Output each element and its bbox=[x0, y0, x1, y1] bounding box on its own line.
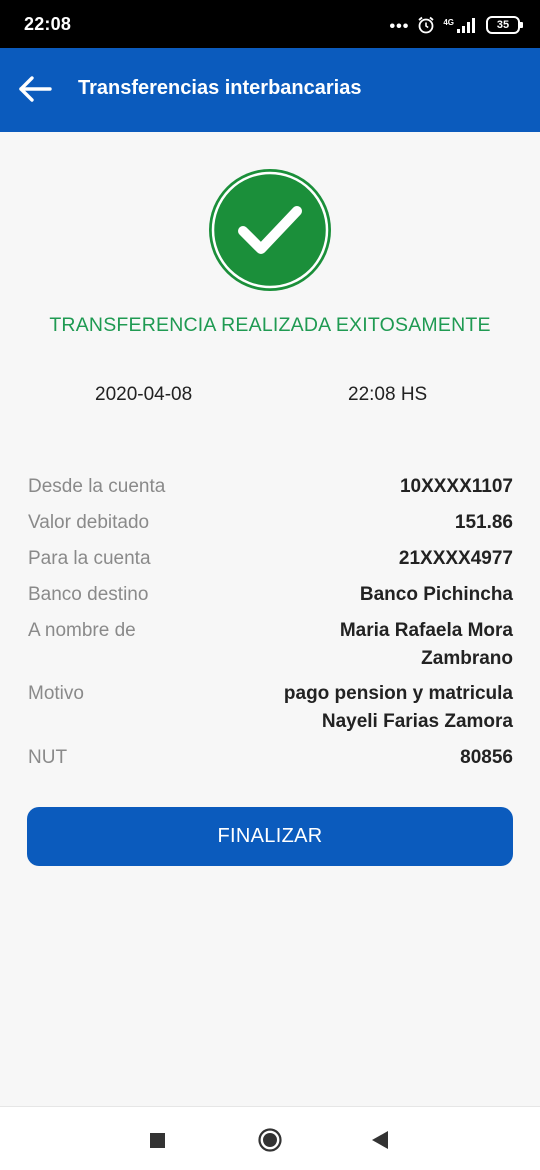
amount-label: Valor debitado bbox=[28, 512, 150, 533]
beneficiary-label: A nombre de bbox=[28, 620, 136, 641]
to-account-value: 21XXXX4977 bbox=[398, 548, 513, 569]
status-time: 22:08 bbox=[24, 14, 72, 34]
from-account-label: Desde la cuenta bbox=[28, 476, 166, 497]
circle-home-icon[interactable] bbox=[258, 1128, 282, 1152]
triangle-back-icon[interactable] bbox=[371, 1130, 389, 1150]
from-account-value: 10XXXX1107 bbox=[399, 476, 513, 497]
reason-label: Motivo bbox=[28, 683, 84, 704]
signal-icon bbox=[457, 18, 475, 33]
bank-value: Banco Pichincha bbox=[359, 584, 513, 605]
status-icons: ••• 4G 35 bbox=[389, 14, 523, 36]
finalize-button[interactable]: FINALIZAR bbox=[27, 807, 513, 866]
success-message: TRANSFERENCIA REALIZADA EXITOSAMENTE bbox=[49, 314, 491, 336]
battery-icon: 35 bbox=[486, 16, 523, 34]
bank-label: Banco destino bbox=[28, 584, 149, 605]
nut-label: NUT bbox=[28, 747, 68, 768]
page-title: Transferencias interbancarias bbox=[78, 77, 362, 99]
beneficiary-value: Maria Rafaela Mora Zambrano bbox=[339, 620, 513, 669]
status-bar: 22:08 ••• 4G 35 bbox=[0, 0, 540, 48]
square-icon[interactable] bbox=[150, 1133, 165, 1148]
transaction-date: 2020-04-08 bbox=[95, 384, 193, 405]
battery-level: 35 bbox=[496, 19, 510, 31]
nut-value: 80856 bbox=[460, 747, 513, 768]
check-circle-icon bbox=[209, 169, 331, 291]
arrow-left-icon[interactable] bbox=[18, 74, 52, 104]
alarm-icon bbox=[418, 16, 434, 34]
network-type: 4G bbox=[443, 18, 454, 27]
amount-value: 151.86 bbox=[454, 512, 513, 533]
reason-value: pago pension y matricula Nayeli Farias Z… bbox=[283, 683, 513, 732]
notification-dots-icon: ••• bbox=[389, 18, 410, 35]
app-bar: Transferencias interbancarias bbox=[0, 48, 540, 132]
transaction-time: 22:08 HS bbox=[348, 384, 428, 405]
system-nav-bar bbox=[0, 1106, 540, 1170]
to-account-label: Para la cuenta bbox=[28, 548, 151, 569]
